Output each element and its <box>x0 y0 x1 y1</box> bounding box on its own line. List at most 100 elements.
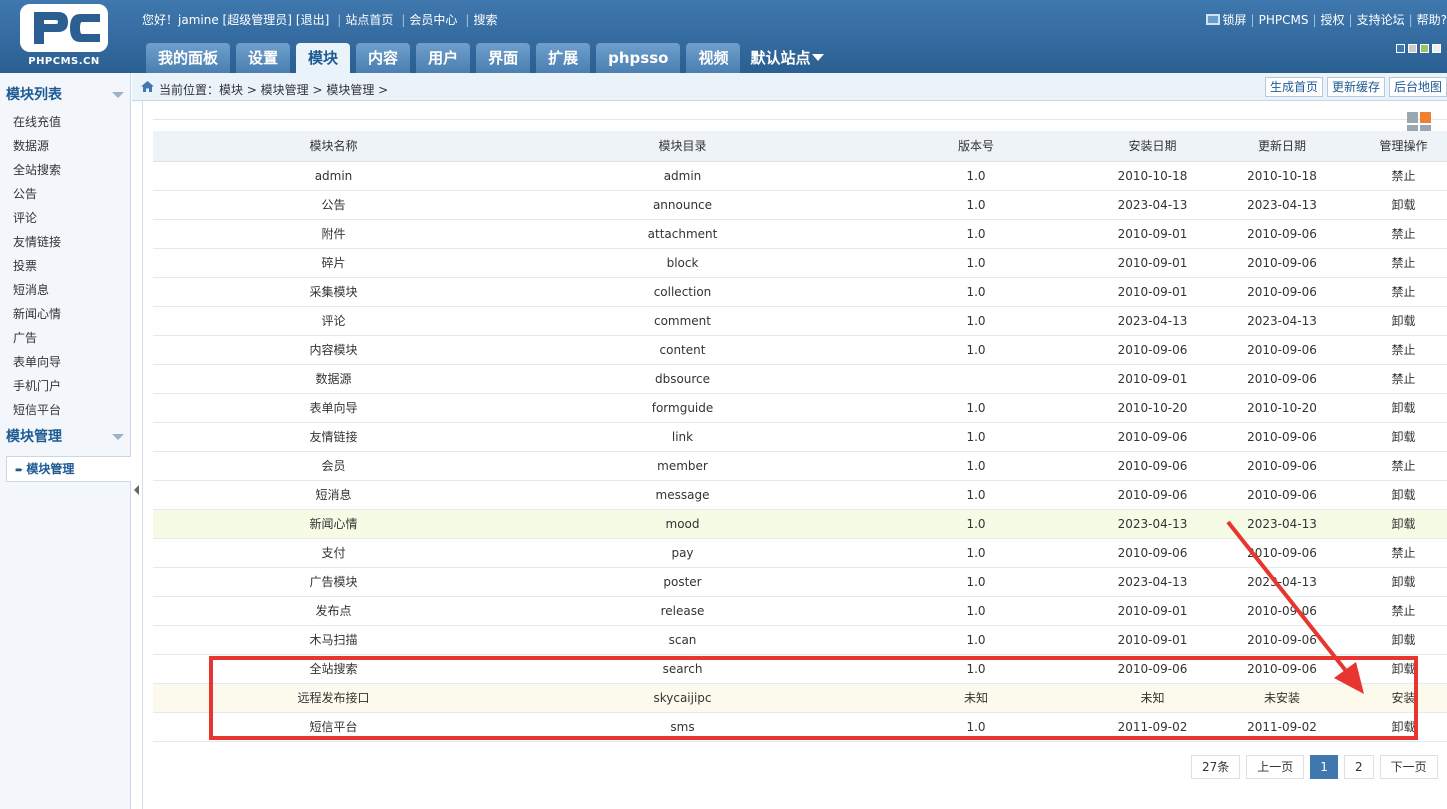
sidebar-item[interactable]: 公告 <box>0 182 130 206</box>
sidebar-item[interactable]: 表单向导 <box>0 350 130 374</box>
action-link[interactable]: 禁止 <box>1360 277 1447 307</box>
member-center-link[interactable]: 会员中心 <box>409 13 457 27</box>
update-cache-button[interactable]: 更新缓存 <box>1327 77 1386 97</box>
sidebar-item[interactable]: 在线充值 <box>0 110 130 134</box>
table-cell: 1.0 <box>851 161 1101 191</box>
theme-blue-swatch[interactable] <box>1396 44 1405 53</box>
table-cell: message <box>514 480 851 510</box>
action-link[interactable]: 禁止 <box>1360 451 1447 481</box>
logo-text: PHPCMS.CN <box>28 56 100 67</box>
action-link[interactable]: 卸载 <box>1360 509 1447 539</box>
table-cell: 内容模块 <box>153 335 514 365</box>
page-button-2[interactable]: 2 <box>1343 755 1374 779</box>
sidebar-items: 在线充值 数据源 全站搜索 公告 评论 友情链接 投票 短消息 新闻心情 广告 表单向导 手机门户 短信… <box>0 110 130 422</box>
sidebar-item[interactable]: 全站搜索 <box>0 158 130 182</box>
action-link[interactable]: 禁止 <box>1360 248 1447 278</box>
theme-gray-swatch[interactable] <box>1408 44 1417 53</box>
action-link[interactable]: 卸载 <box>1360 306 1447 336</box>
site-selector[interactable]: 默认站点 <box>746 43 828 73</box>
table-cell: formguide <box>514 393 851 423</box>
table-cell: 1.0 <box>851 509 1101 539</box>
table-cell: 广告模块 <box>153 567 514 597</box>
phpcms-link[interactable]: PHPCMS <box>1259 13 1309 27</box>
sidebar-item[interactable]: 手机门户 <box>0 374 130 398</box>
table-cell: 2023-04-13 <box>1101 306 1204 336</box>
action-link[interactable]: 禁止 <box>1360 335 1447 365</box>
table-cell: 2023-04-13 <box>1204 509 1360 539</box>
action-link[interactable]: 卸载 <box>1360 190 1447 220</box>
tab-6[interactable]: 扩展 <box>536 43 591 73</box>
sidebar-item[interactable]: 广告 <box>0 326 130 350</box>
table-cell: 2010-09-01 <box>1101 364 1204 394</box>
sidebar-item[interactable]: 友情链接 <box>0 230 130 254</box>
action-link[interactable]: 卸载 <box>1360 480 1447 510</box>
monitor-icon[interactable] <box>1205 14 1220 25</box>
site-home-link[interactable]: 站点首页 <box>345 13 393 27</box>
action-link[interactable]: 卸载 <box>1360 625 1447 655</box>
table-cell: 2010-10-20 <box>1101 393 1204 423</box>
sidebar-section-module-manage[interactable]: 模块管理 <box>0 422 130 452</box>
table-cell: 采集模块 <box>153 277 514 307</box>
sidebar-collapse-toggle[interactable] <box>132 470 142 510</box>
sidebar-item[interactable]: 短消息 <box>0 278 130 302</box>
tab-4[interactable]: 用户 <box>416 43 471 73</box>
sidebar-section-module-list[interactable]: 模块列表 <box>0 80 130 110</box>
action-link[interactable]: 禁止 <box>1360 161 1447 191</box>
forum-link[interactable]: 支持论坛 <box>1357 13 1405 27</box>
sidebar-item[interactable]: 短信平台 <box>0 398 130 422</box>
action-link[interactable]: 卸载 <box>1360 393 1447 423</box>
generate-homepage-button[interactable]: 生成首页 <box>1265 77 1324 97</box>
phpcms-logo[interactable]: PHPCMS.CN <box>18 4 110 68</box>
sidebar-item[interactable]: 投票 <box>0 254 130 278</box>
action-link[interactable]: 卸载 <box>1360 422 1447 452</box>
chevron-left-icon <box>134 485 139 495</box>
action-link[interactable]: 卸载 <box>1360 567 1447 597</box>
collapse-arrow-icon[interactable] <box>112 434 124 440</box>
table-cell: 2023-04-13 <box>1204 306 1360 336</box>
theme-white-swatch[interactable] <box>1432 44 1441 53</box>
table-cell: 支付 <box>153 538 514 568</box>
table-row: 短消息 message 1.0 2010-09-06 2010-09-06 卸载 <box>153 480 1447 510</box>
table-cell: release <box>514 596 851 626</box>
theme-green-swatch[interactable] <box>1420 44 1429 53</box>
help-link[interactable]: 帮助? <box>1417 13 1447 27</box>
lock-screen-link[interactable]: 锁屏 <box>1223 13 1247 27</box>
table-cell: 1.0 <box>851 451 1101 481</box>
sidebar-item[interactable]: 评论 <box>0 206 130 230</box>
table-cell: 2010-09-06 <box>1204 335 1360 365</box>
table-cell: 表单向导 <box>153 393 514 423</box>
table-row: 新闻心情 mood 1.0 2023-04-13 2023-04-13 卸载 <box>153 509 1447 539</box>
license-link[interactable]: 授权 <box>1321 13 1345 27</box>
action-link[interactable]: 禁止 <box>1360 219 1447 249</box>
home-icon[interactable] <box>141 81 154 92</box>
table-cell: 碎片 <box>153 248 514 278</box>
sidebar-item[interactable]: 新闻心情 <box>0 302 130 326</box>
table-cell: 公告 <box>153 190 514 220</box>
page-button-1[interactable]: 1 <box>1310 755 1338 779</box>
tab-1[interactable]: 设置 <box>236 43 291 73</box>
tab-0[interactable]: 我的面板 <box>146 43 231 73</box>
admin-map-button[interactable]: 后台地图 <box>1389 77 1447 97</box>
prev-page-button[interactable]: 上一页 <box>1246 755 1305 779</box>
sidebar-item[interactable]: 数据源 <box>0 134 130 158</box>
sidebar-item-module-manage[interactable]: ➨ 模块管理 <box>6 456 131 482</box>
logout-link[interactable]: [退出] <box>296 13 329 27</box>
collapse-arrow-icon[interactable] <box>112 92 124 98</box>
table-row: 友情链接 link 1.0 2010-09-06 2010-09-06 卸载 <box>153 422 1447 452</box>
tab-2[interactable]: 模块 <box>296 43 351 74</box>
tab-3[interactable]: 内容 <box>356 43 411 73</box>
action-link[interactable]: 禁止 <box>1360 364 1447 394</box>
action-link[interactable]: 禁止 <box>1360 596 1447 626</box>
table-body: admin admin 1.0 2010-10-18 2010-10-18 禁止 公告 ann… <box>153 161 1447 742</box>
table-cell: 2023-04-13 <box>1101 190 1204 220</box>
search-link[interactable]: 搜索 <box>473 13 497 27</box>
tab-5[interactable]: 界面 <box>476 43 531 73</box>
table-cell: 数据源 <box>153 364 514 394</box>
table-cell: collection <box>514 277 851 307</box>
next-page-button[interactable]: 下一页 <box>1379 755 1438 779</box>
tab-7[interactable]: phpsso <box>596 43 681 73</box>
table-cell: announce <box>514 190 851 220</box>
table-cell: 1.0 <box>851 335 1101 365</box>
tab-8[interactable]: 视频 <box>686 43 741 73</box>
action-link[interactable]: 禁止 <box>1360 538 1447 568</box>
